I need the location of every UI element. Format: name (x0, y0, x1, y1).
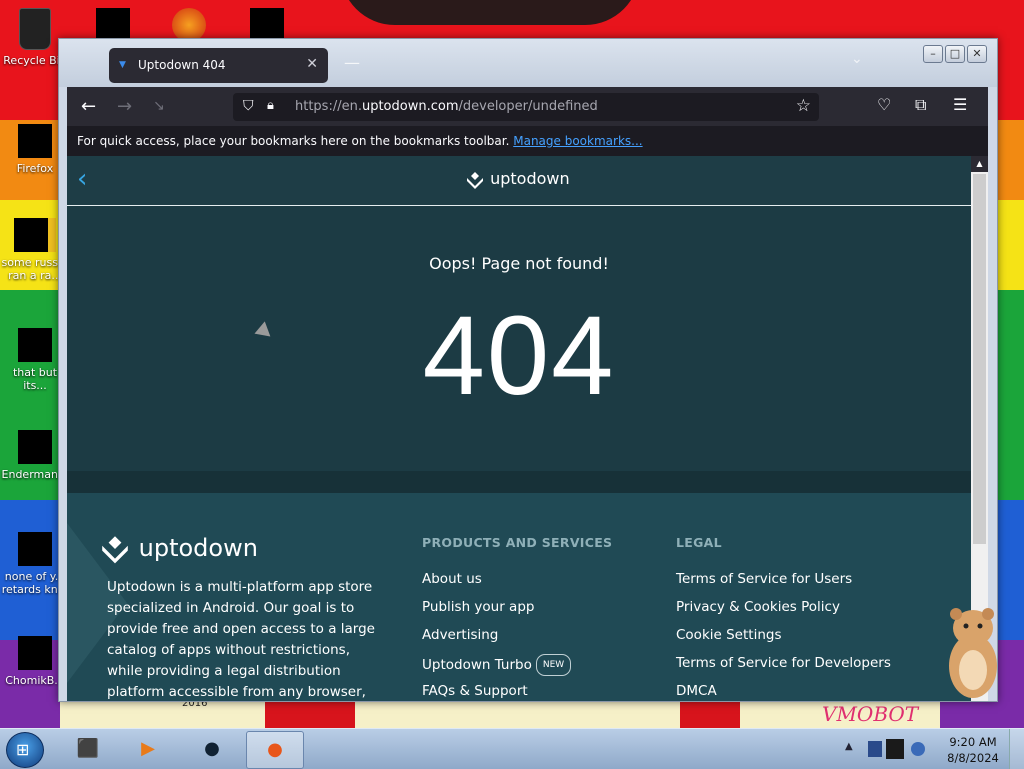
taskbar-app-3[interactable]: ● (184, 731, 240, 767)
extensions-icon[interactable]: ⧉ (915, 95, 926, 115)
taskbar-app-1[interactable]: ⬛ (60, 731, 116, 767)
show-desktop-button[interactable] (1009, 729, 1024, 769)
desktop-top-icon[interactable] (172, 8, 206, 42)
start-button[interactable]: ⊞ (6, 732, 44, 768)
site-footer: uptodown Uptodown is a multi-platform ap… (67, 493, 971, 701)
footer-link-dmca[interactable]: DMCA (676, 682, 891, 701)
footer-legal-column: LEGAL Terms of Service for Users Privacy… (676, 535, 891, 701)
products-heading: PRODUCTS AND SERVICES (422, 535, 613, 550)
new-tab-icon[interactable]: — (344, 53, 360, 72)
footer-link-cookie-settings[interactable]: Cookie Settings (676, 626, 891, 654)
taskbar-firefox[interactable]: ● (246, 731, 304, 769)
footer-link-turbo[interactable]: Uptodown Turbo NEW (422, 654, 612, 682)
footer-link-publish[interactable]: Publish your app (422, 598, 612, 626)
shield-icon[interactable]: ⛉ (243, 98, 254, 114)
footer-about-text: Uptodown is a multi-platform app store s… (107, 579, 375, 700)
bookmark-star-icon[interactable]: ☆ (796, 96, 811, 116)
network-icon[interactable] (866, 737, 928, 761)
title-bar: ▼ Uptodown 404 ✕ — ⌄ – □ ✕ (59, 39, 997, 87)
scroll-up-icon[interactable]: ▲ (971, 156, 988, 172)
footer-link-tos-users[interactable]: Terms of Service for Users (676, 570, 891, 598)
list-tabs-icon[interactable]: ⌄ (851, 51, 863, 67)
browser-window: ▼ Uptodown 404 ✕ — ⌄ – □ ✕ ← → ↘ ⛉ 🔒︎ ht… (58, 38, 998, 702)
firefox-icon (18, 124, 52, 158)
system-clock[interactable]: 9:20 AM 8/8/2024 (940, 734, 1006, 766)
navigation-toolbar: ← → ↘ ⛉ 🔒︎ https://en.uptodown.com/devel… (67, 87, 988, 126)
manage-bookmarks-link[interactable]: Manage bookmarks... (513, 134, 642, 148)
maximize-button[interactable]: □ (945, 45, 965, 63)
app-icon (18, 532, 52, 566)
tab-uptodown[interactable]: ▼ Uptodown 404 ✕ (109, 48, 328, 83)
divider-band (67, 471, 971, 493)
uptodown-logo-icon (102, 536, 128, 564)
close-window-button[interactable]: ✕ (967, 45, 987, 63)
folder-icon (18, 328, 52, 362)
footer-link-tos-developers[interactable]: Terms of Service for Developers (676, 654, 891, 682)
recycle-bin-icon (19, 8, 51, 50)
media-player-icon: ▶ (141, 738, 155, 759)
new-badge: NEW (535, 654, 572, 676)
close-tab-icon[interactable]: ✕ (306, 56, 318, 72)
watermark: VMOBOT (822, 702, 919, 726)
lock-icon[interactable]: 🔒︎ (267, 98, 274, 113)
hamster-sticker (949, 608, 997, 698)
system-tray (866, 737, 928, 761)
bookmarks-toolbar: For quick access, place your bookmarks h… (67, 126, 988, 156)
menu-icon[interactable]: ☰ (953, 95, 967, 114)
app-icon (18, 430, 52, 464)
wallpaper-bottom: 2016 VMOBOT (60, 698, 940, 730)
bookmarks-hint: For quick access, place your bookmarks h… (77, 134, 510, 148)
minimize-button[interactable]: – (923, 45, 943, 63)
desktop-top-icon[interactable] (250, 8, 284, 42)
show-hidden-icons-icon[interactable]: ▲ (845, 741, 853, 752)
scroll-thumb[interactable] (973, 174, 986, 544)
firefox-icon: ● (267, 739, 283, 760)
tab-title: Uptodown 404 (138, 58, 226, 72)
page-content: ‹ uptodown Oops! Page not found! 404 upt… (67, 156, 971, 701)
back-icon[interactable]: ← (81, 96, 96, 117)
error-code: 404 (422, 293, 616, 418)
clock-date: 8/8/2024 (947, 751, 999, 765)
url-text[interactable]: https://en.uptodown.com/developer/undefi… (295, 99, 598, 114)
pocket-icon[interactable]: ♡ (877, 95, 891, 114)
legal-heading: LEGAL (676, 535, 722, 550)
desktop-top-icon[interactable] (96, 8, 130, 42)
address-bar[interactable]: ⛉ 🔒︎ https://en.uptodown.com/developer/u… (233, 93, 819, 121)
footer-link-faq[interactable]: FAQs & Support (422, 682, 612, 701)
error-message: Oops! Page not found! (429, 254, 609, 273)
clock-time: 9:20 AM (949, 735, 997, 749)
footer-logo[interactable]: uptodown (99, 533, 258, 565)
window-controls: – □ ✕ (923, 45, 987, 63)
wallpaper-shape (340, 0, 640, 25)
globe-icon: ● (204, 738, 220, 759)
taskbar: ⊞ ⬛ ▶ ● ● ▲ 9:20 AM 8/8/2024 (0, 728, 1024, 769)
taskbar-media-player[interactable]: ▶ (120, 731, 176, 767)
footer-products-column: PRODUCTS AND SERVICES About us Publish y… (422, 535, 612, 701)
hamster-app-icon (18, 636, 52, 670)
windows-logo-icon: ⊞ (16, 740, 30, 759)
site-logo[interactable]: uptodown (465, 169, 570, 190)
footer-link-privacy[interactable]: Privacy & Cookies Policy (676, 598, 891, 626)
back-chevron-icon[interactable]: ‹ (77, 164, 87, 194)
uptodown-logo-icon (467, 171, 483, 189)
reload-icon[interactable]: ↘ (153, 98, 165, 114)
footer-link-advertising[interactable]: Advertising (422, 626, 612, 654)
document-icon (14, 218, 56, 252)
forward-icon[interactable]: → (117, 96, 132, 117)
app-icon: ⬛ (76, 738, 100, 759)
footer-link-about[interactable]: About us (422, 570, 612, 598)
site-header: ‹ uptodown (67, 156, 971, 206)
uptodown-favicon-icon: ▼ (119, 60, 126, 70)
